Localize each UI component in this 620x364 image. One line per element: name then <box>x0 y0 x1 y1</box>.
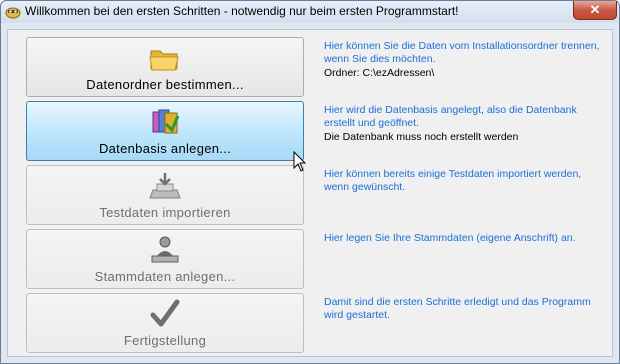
database-book-icon <box>152 109 180 134</box>
datenbasis-description-text: Hier wird die Datenbasis angelegt, also … <box>324 104 577 129</box>
folder-icon <box>149 50 179 71</box>
datenordner-status: Ordner: C:\ezAdressen\ <box>324 67 435 79</box>
stammdaten-description: Hier legen Sie Ihre Stammdaten (eigene A… <box>324 232 604 245</box>
stammdaten-button[interactable]: Stammdaten anlegen... <box>26 229 304 289</box>
datenbasis-button[interactable]: Datenbasis anlegen... <box>26 101 304 161</box>
stammdaten-description-text: Hier legen Sie Ihre Stammdaten (eigene A… <box>324 232 576 244</box>
close-icon: ✕ <box>589 2 601 17</box>
fertigstellung-button[interactable]: Fertigstellung <box>26 293 304 353</box>
datenordner-description: Hier können Sie die Daten vom Installati… <box>324 40 604 80</box>
datenordner-description-text: Hier können Sie die Daten vom Installati… <box>324 40 600 65</box>
steps-panel: Datenordner bestimmen... Hier können Sie… <box>7 29 613 357</box>
close-button[interactable]: ✕ <box>573 1 617 20</box>
datenbasis-status: Die Datenbank muss noch erstellt werden <box>324 131 519 143</box>
datenordner-label: Datenordner bestimmen... <box>86 77 244 92</box>
wizard-window: Willkommen bei den ersten Schritten - no… <box>0 0 620 364</box>
import-tray-icon <box>149 173 181 199</box>
title-bar[interactable]: Willkommen bei den ersten Schritten - no… <box>1 1 619 23</box>
fertigstellung-description-text: Damit sind die ersten Schritte erledigt … <box>324 296 591 321</box>
testdaten-description: Hier können bereits einige Testdaten imp… <box>324 168 604 194</box>
fertigstellung-label: Fertigstellung <box>123 333 207 348</box>
datenbasis-label: Datenbasis anlegen... <box>98 141 232 156</box>
testdaten-description-text: Hier können bereits einige Testdaten imp… <box>324 168 582 193</box>
stammdaten-label: Stammdaten anlegen... <box>94 269 236 284</box>
testdaten-button[interactable]: Testdaten importieren <box>26 165 304 225</box>
mouse-cursor-icon <box>293 151 307 172</box>
app-icon <box>5 7 21 19</box>
checkmark-icon <box>150 299 180 327</box>
window-title: Willkommen bei den ersten Schritten - no… <box>25 4 459 18</box>
testdaten-label: Testdaten importieren <box>99 205 231 220</box>
datenordner-button[interactable]: Datenordner bestimmen... <box>26 37 304 97</box>
person-desk-icon <box>151 236 179 263</box>
fertigstellung-description: Damit sind die ersten Schritte erledigt … <box>324 296 604 322</box>
datenbasis-description: Hier wird die Datenbasis angelegt, also … <box>324 104 604 144</box>
